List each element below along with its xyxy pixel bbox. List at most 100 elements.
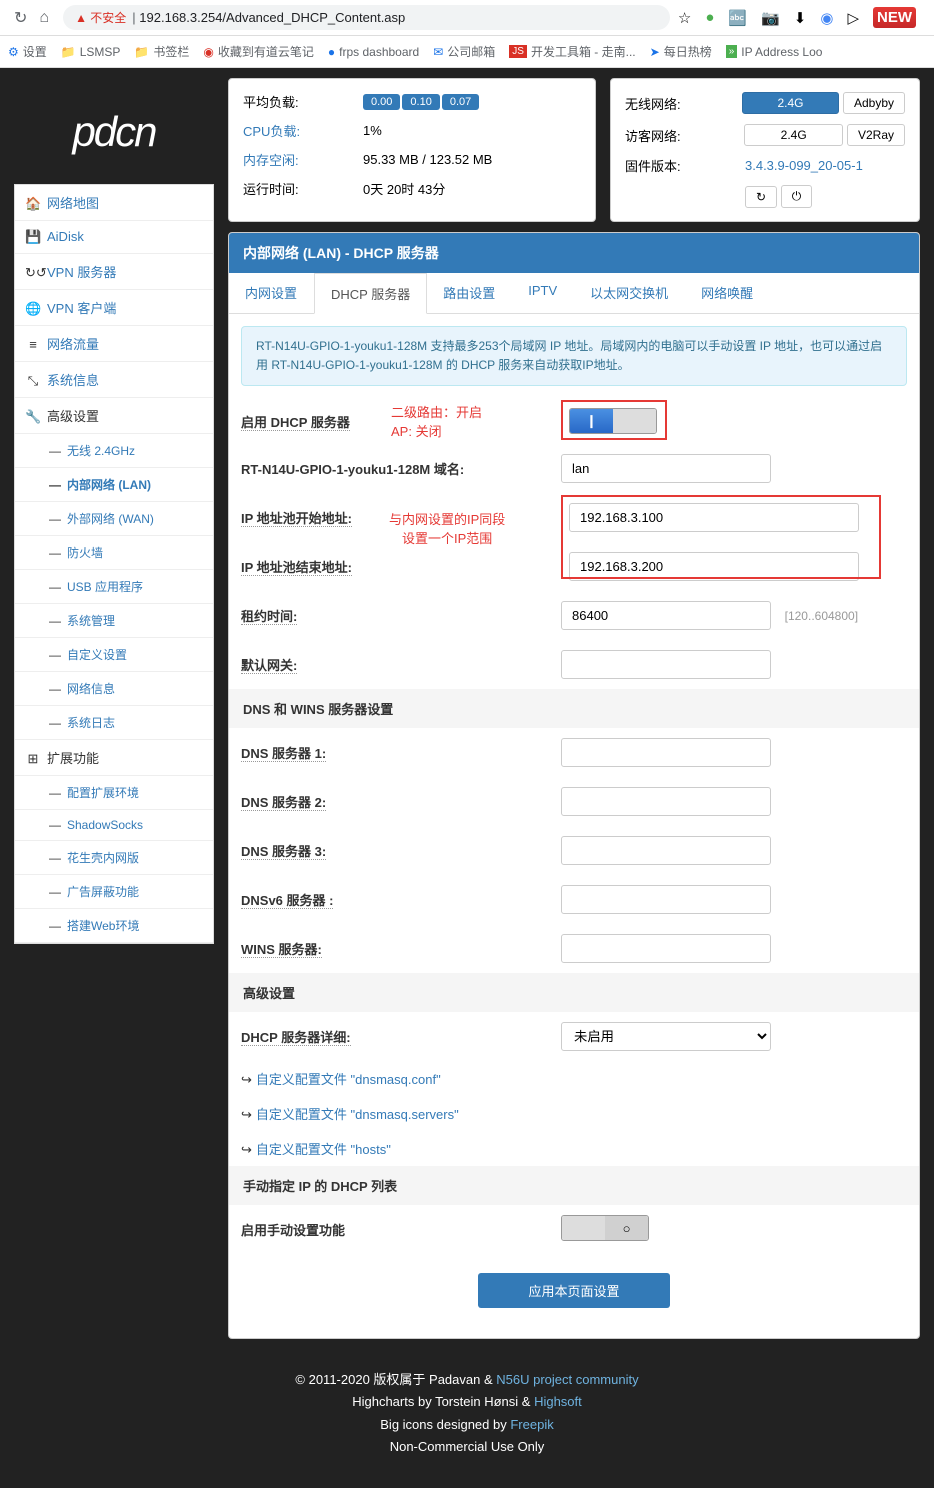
input-dns2[interactable] [561,787,771,816]
sidebar-item[interactable]: ↻↺VPN 服务器 [15,254,213,290]
bookmark-item[interactable]: 📁 LSMSP [61,45,121,59]
input-dns1[interactable] [561,738,771,767]
download-icon[interactable]: ⬇ [794,9,807,27]
sidebar-sub-item[interactable]: —自定义设置 [15,638,213,672]
footer: © 2011-2020 版权属于 Padavan & N56U project … [0,1339,934,1487]
input-lease[interactable] [561,601,771,630]
input-domain[interactable] [561,454,771,483]
share-icon: ↪ [241,1142,252,1157]
sidebar-sub-item[interactable]: —USB 应用程序 [15,570,213,604]
link-dnsmasq-conf[interactable]: ↪自定义配置文件 "dnsmasq.conf" [241,1061,907,1096]
sidebar-sub-item[interactable]: —系统日志 [15,706,213,740]
section-dns-wins: DNS 和 WINS 服务器设置 [229,689,919,728]
insecure-badge: ▲ 不安全 [75,9,126,26]
translate-icon[interactable]: 🔤 [728,9,747,27]
tab[interactable]: 以太网交换机 [574,273,685,313]
tab[interactable]: IPTV [512,273,574,313]
refresh-button[interactable]: ↻ [745,186,777,208]
label-dns3: DNS 服务器 3: [241,841,561,860]
sidebar-sub-item[interactable]: —无线 2.4GHz [15,434,213,468]
sidebar-item[interactable]: 🔧高级设置 [15,398,213,434]
sidebar-sub-item[interactable]: —内部网络 (LAN) [15,468,213,502]
reload-icon[interactable]: ↻ [14,8,27,28]
label-dns2: DNS 服务器 2: [241,792,561,811]
input-gateway[interactable] [561,650,771,679]
bookmark-item[interactable]: JS 开发工具箱 - 走南... [509,43,635,60]
input-dnsv6[interactable] [561,885,771,914]
sidebar-sub-item[interactable]: —广告屏蔽功能 [15,875,213,909]
input-pool-start[interactable] [569,503,859,532]
label-lease: 租约时间: [241,606,561,625]
stat-label: CPU负载: [243,121,363,140]
input-dns3[interactable] [561,836,771,865]
toggle-dhcp-enable[interactable]: ❙ [569,408,657,434]
link-highsoft[interactable]: Highsoft [534,1394,582,1409]
sidebar-sub-item[interactable]: —ShadowSocks [15,810,213,841]
sidebar-sub-item[interactable]: —花生壳内网版 [15,841,213,875]
sidebar-item[interactable]: 🌐VPN 客户端 [15,290,213,326]
input-wins[interactable] [561,934,771,963]
link-hosts[interactable]: ↪自定义配置文件 "hosts" [241,1131,907,1166]
play-icon[interactable]: ▷ [847,9,859,27]
wireless-button[interactable]: 2.4G [742,92,840,114]
home-icon[interactable]: ⌂ [39,9,49,27]
apply-button[interactable]: 应用本页面设置 [478,1273,669,1308]
tab[interactable]: 路由设置 [427,273,512,313]
label-domain: RT-N14U-GPIO-1-youku1-128M 域名: [241,459,561,478]
bookmark-item[interactable]: ✉ 公司邮箱 [433,43,495,60]
bookmark-item[interactable]: » IP Address Loo [726,45,823,59]
tab[interactable]: DHCP 服务器 [314,273,427,314]
tab[interactable]: 内网设置 [229,273,314,313]
sidebar-item[interactable]: ≡网络流量 [15,326,213,362]
sidebar-sub-item[interactable]: —配置扩展环境 [15,776,213,810]
label-dhcp-detail: DHCP 服务器详细: [241,1027,561,1046]
guest-button[interactable]: 2.4G [744,124,843,146]
new-badge[interactable]: NEW [873,7,916,28]
sidebar-item[interactable]: 🏠网络地图 [15,185,213,221]
stat-label: 访客网络: [625,126,744,145]
bookmark-item[interactable]: ◉ 收藏到有道云笔记 [203,43,314,60]
url-text: 192.168.3.254/Advanced_DHCP_Content.asp [139,10,405,25]
bookmark-item[interactable]: 📁 书签栏 [134,43,189,60]
sidebar-item[interactable]: ⊞扩展功能 [15,740,213,776]
adbyby-button[interactable]: Adbyby [843,92,905,114]
tab[interactable]: 网络唤醒 [685,273,770,313]
select-dhcp-detail[interactable]: 未启用 [561,1022,771,1051]
stat-label: 运行时间: [243,179,363,198]
bookmark-item[interactable]: ● frps dashboard [328,45,419,59]
load-badge: 0.10 [402,94,439,110]
section-advanced: 高级设置 [229,973,919,1012]
share-icon: ↪ [241,1072,252,1087]
bookmark-item[interactable]: ➤ 每日热榜 [650,43,712,60]
address-bar[interactable]: ▲ 不安全 | 192.168.3.254/Advanced_DHCP_Cont… [63,5,670,30]
sidebar-item[interactable]: ⤡系统信息 [15,362,213,398]
nav-icon: 🏠 [25,196,41,212]
url-separator: | [132,10,139,25]
camera-icon[interactable]: 📷 [761,9,780,27]
link-dnsmasq-servers[interactable]: ↪自定义配置文件 "dnsmasq.servers" [241,1096,907,1131]
stat-link[interactable]: 内存空闲: [243,153,299,168]
nav-icon: ≡ [25,337,41,352]
nav-icon: 🌐 [25,301,41,317]
link-freepik[interactable]: Freepik [510,1417,553,1432]
link-n56u[interactable]: N56U project community [496,1372,638,1387]
label-dns1: DNS 服务器 1: [241,743,561,762]
bookmark-item[interactable]: ⚙ 设置 [8,43,47,60]
label-dnsv6: DNSv6 服务器 : [241,890,561,909]
sidebar-sub-item[interactable]: —搭建Web环境 [15,909,213,943]
globe-icon[interactable]: ◉ [820,9,833,27]
firmware-link[interactable]: 3.4.3.9-099_20-05-1 [745,158,863,173]
toggle-manual-enable[interactable]: ○ [561,1215,649,1241]
input-pool-end[interactable] [569,552,859,581]
sidebar-sub-item[interactable]: —防火墙 [15,536,213,570]
star-icon[interactable]: ☆ [678,9,691,27]
sidebar-sub-item[interactable]: —网络信息 [15,672,213,706]
dot-icon[interactable]: ● [705,9,714,26]
v2ray-button[interactable]: V2Ray [847,124,905,146]
sidebar-sub-item[interactable]: —外部网络 (WAN) [15,502,213,536]
load-badge: 0.00 [363,94,400,110]
stat-link[interactable]: CPU负载: [243,124,300,139]
sidebar-sub-item[interactable]: —系统管理 [15,604,213,638]
sidebar-item[interactable]: 💾AiDisk [15,221,213,254]
power-button[interactable]: ⏻ [781,185,813,208]
